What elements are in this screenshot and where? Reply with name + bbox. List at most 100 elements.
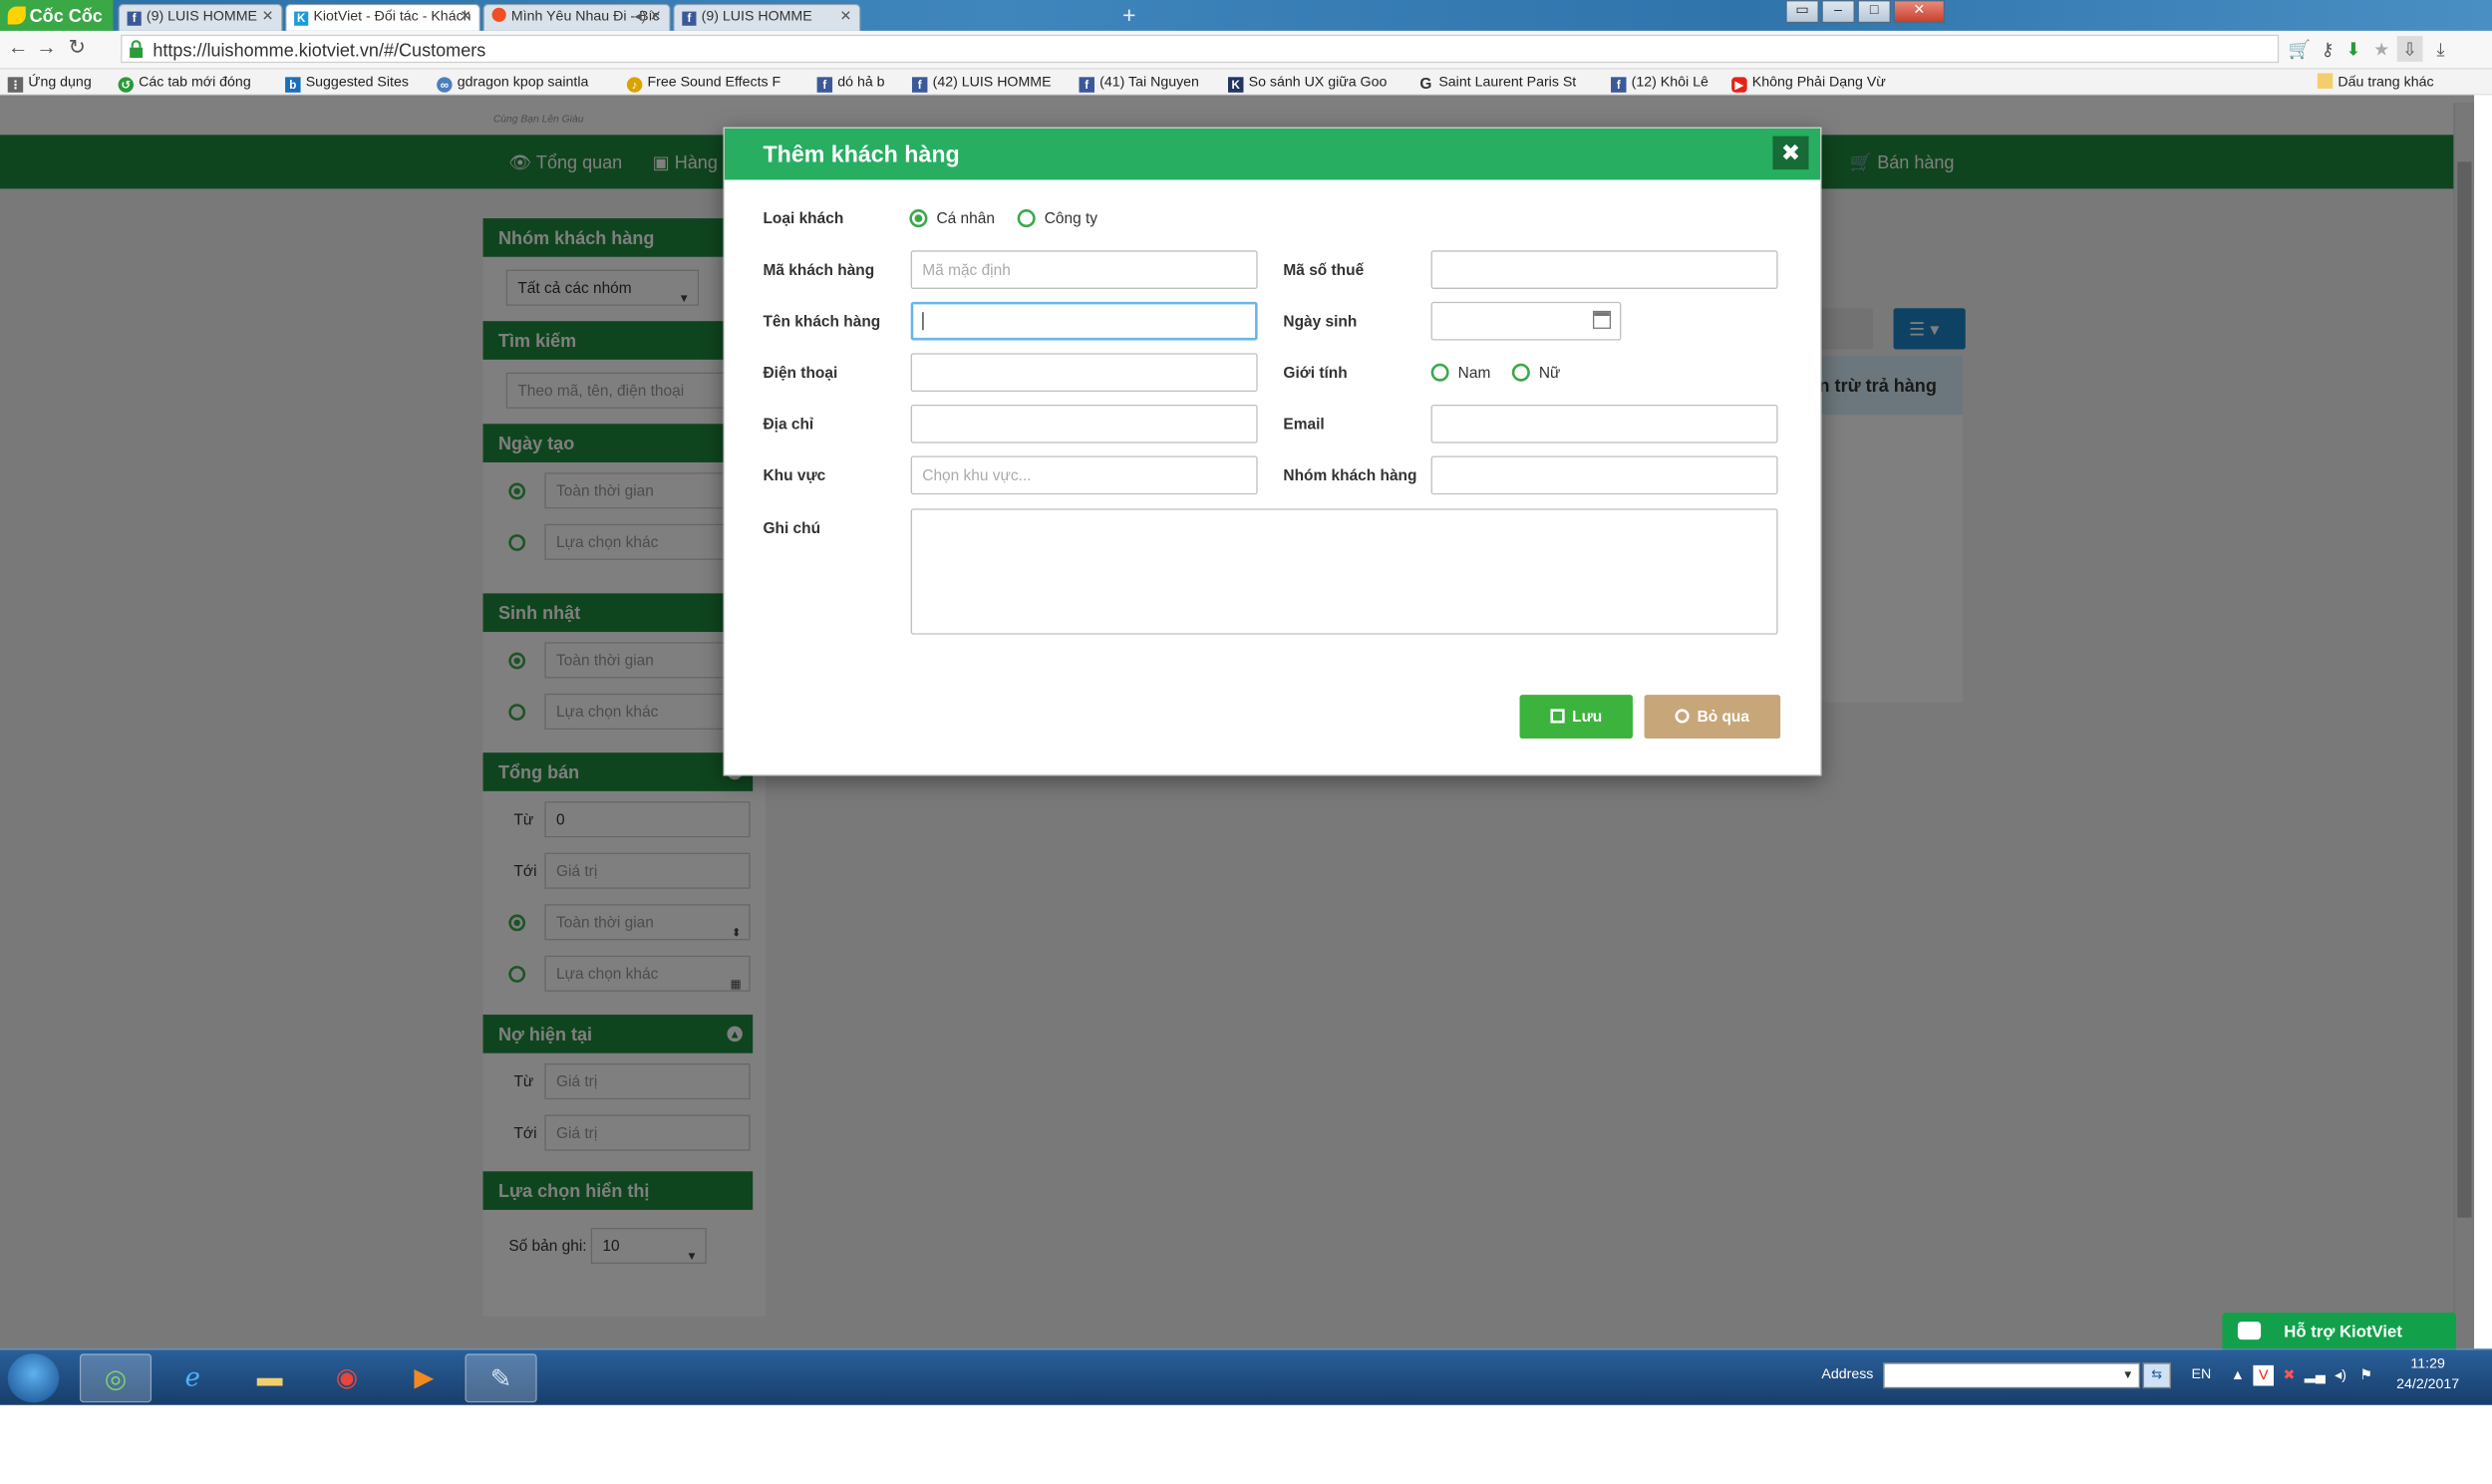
browser-tab[interactable]: f (9) LUIS HOMME ✕: [673, 3, 861, 31]
maximize-button[interactable]: □: [1857, 0, 1891, 24]
bookmark-label: Ứng dụng: [28, 74, 92, 91]
clock-time[interactable]: 11:29: [2389, 1356, 2466, 1371]
bookmark-label: (41) Tai Nguyen: [1099, 74, 1199, 91]
volume-icon[interactable]: ◂): [2331, 1365, 2351, 1386]
apps-grid-icon: ⋮: [7, 77, 24, 93]
url-bar[interactable]: https://luishomme.kiotviet.vn/#/Customer…: [121, 34, 2280, 64]
tab-label: (9) LUIS HOMME: [701, 9, 812, 25]
gender-female-radio[interactable]: [1511, 363, 1530, 382]
customer-name-input[interactable]: [910, 301, 1258, 341]
taskbar-internet-explorer[interactable]: ℯ: [156, 1353, 228, 1402]
support-label: Hỗ trợ KiotViet: [2284, 1322, 2402, 1341]
taskbar-file-explorer[interactable]: ▬: [234, 1353, 306, 1402]
close-tab-icon[interactable]: ✕: [460, 5, 471, 29]
back-arrow-icon[interactable]: ←: [5, 36, 31, 62]
taskbar-coccoc[interactable]: ◎: [79, 1353, 153, 1403]
gender-male-radio[interactable]: [1430, 363, 1449, 382]
note-textarea[interactable]: [910, 508, 1778, 635]
start-button[interactable]: [7, 1353, 60, 1403]
bookmark-label: Dấu trang khác: [2337, 74, 2434, 91]
save-button[interactable]: Lưu: [1519, 695, 1633, 740]
close-dialog-button[interactable]: ✖: [1772, 136, 1809, 170]
taskbar-address-go-button[interactable]: ⇆: [2142, 1362, 2171, 1389]
bookmark-item[interactable]: f (42) LUIS HOMME: [911, 72, 1052, 93]
gender-male-label[interactable]: Nam: [1458, 364, 1491, 382]
support-chat-button[interactable]: Hỗ trợ KiotViet: [2222, 1313, 2456, 1351]
forward-arrow-icon[interactable]: →: [34, 36, 60, 62]
calendar-icon[interactable]: [1592, 310, 1612, 329]
taskbar-paint[interactable]: ✎: [465, 1353, 537, 1403]
facebook-icon: f: [1611, 77, 1627, 93]
folder-icon: [2317, 73, 2334, 89]
customer-group-input[interactable]: [1430, 455, 1778, 495]
paint-icon: ✎: [489, 1364, 512, 1394]
coccoc-logo[interactable]: Cốc Cốc: [0, 0, 114, 31]
type-company-label[interactable]: Công ty: [1045, 209, 1097, 227]
taskbar-address-input[interactable]: ▼: [1883, 1362, 2140, 1389]
customer-code-input[interactable]: Mã mặc định: [910, 250, 1258, 289]
customer-code-label: Mã khách hàng: [763, 260, 875, 279]
show-hidden-icons[interactable]: ▲: [2228, 1365, 2249, 1386]
other-bookmarks-folder[interactable]: Dấu trang khác: [2317, 72, 2434, 93]
browser-tab[interactable]: Mình Yêu Nhau Đi - Bíc ◂) ✕: [482, 3, 671, 31]
action-center-icon[interactable]: ⚑: [2355, 1365, 2376, 1386]
area-select[interactable]: Chọn khu vực...: [910, 455, 1258, 495]
cancel-button[interactable]: Bỏ qua: [1644, 695, 1781, 740]
birthday-input[interactable]: [1430, 301, 1622, 341]
internet-explorer-icon: ℯ: [184, 1363, 200, 1392]
close-tab-icon[interactable]: ✕: [840, 5, 852, 29]
window-close-button[interactable]: ✕: [1893, 0, 1946, 24]
close-icon: ✖: [1780, 140, 1801, 166]
cart-extension-icon[interactable]: 🛒: [2287, 36, 2313, 62]
close-tab-icon[interactable]: ✕: [650, 5, 662, 29]
taskbar-chrome[interactable]: ◉: [311, 1353, 383, 1402]
facebook-icon: f: [911, 77, 928, 93]
type-individual-label[interactable]: Cá nhân: [936, 209, 994, 227]
bookmark-label: (12) Khôi Lê: [1631, 74, 1709, 91]
close-tab-icon[interactable]: ✕: [262, 5, 274, 29]
gender-female-label[interactable]: Nữ: [1539, 364, 1561, 382]
bookmark-star-icon[interactable]: ★: [2368, 36, 2394, 62]
minimize-button[interactable]: –: [1821, 0, 1855, 24]
bookmark-item[interactable]: f dó hả b: [816, 72, 885, 93]
taskbar-media-player[interactable]: ▶: [388, 1353, 460, 1402]
bookmark-item[interactable]: K So sánh UX giữa Goo: [1227, 72, 1387, 93]
bookmark-item[interactable]: ∞ gdragon kpop saintla: [437, 72, 588, 93]
network-warning-icon[interactable]: ✖: [2279, 1365, 2300, 1386]
downloads-icon[interactable]: ⤓: [2428, 36, 2454, 62]
download-helper-icon[interactable]: ⬇: [2340, 36, 2366, 62]
save-button-label: Lưu: [1572, 708, 1603, 727]
bookmark-item[interactable]: ♪ Free Sound Effects F: [626, 72, 780, 93]
bookmark-item[interactable]: f (41) Tai Nguyen: [1079, 72, 1199, 93]
bookmark-apps[interactable]: ⋮ Ứng dụng: [7, 72, 92, 93]
email-input[interactable]: [1430, 404, 1778, 444]
address-input[interactable]: [910, 404, 1258, 444]
reload-icon[interactable]: ↻: [64, 36, 90, 62]
type-company-radio[interactable]: [1017, 209, 1036, 228]
new-tab-button[interactable]: +: [1115, 4, 1143, 28]
facebook-icon: f: [127, 11, 142, 26]
chevron-down-icon: ▼: [2122, 1367, 2134, 1381]
signal-icon[interactable]: ▂▄: [2305, 1365, 2326, 1386]
bookmark-item[interactable]: G Saint Laurent Paris St: [1418, 72, 1576, 93]
language-indicator[interactable]: EN: [2192, 1366, 2212, 1381]
cancel-button-label: Bỏ qua: [1697, 708, 1749, 727]
antivirus-icon[interactable]: V: [2253, 1364, 2274, 1386]
bookmark-item[interactable]: ▶ Không Phải Dạng Vừ: [1731, 72, 1886, 93]
phone-input[interactable]: [910, 353, 1258, 393]
address-label: Địa chỉ: [763, 415, 814, 434]
clock-date[interactable]: 24/2/2017: [2389, 1376, 2466, 1391]
save-page-icon[interactable]: ⇩: [2396, 36, 2423, 62]
bookmark-item[interactable]: b Suggested Sites: [285, 72, 409, 93]
browser-tab-active[interactable]: K KiotViet - Đối tác - Khách ✕: [285, 3, 480, 31]
text-cursor: [922, 312, 924, 331]
browser-tab[interactable]: f (9) LUIS HOMME ✕: [118, 3, 283, 31]
bookmark-item[interactable]: f (12) Khôi Lê: [1611, 72, 1709, 93]
window-menu-button[interactable]: ▭: [1785, 0, 1819, 24]
google-icon: G: [1419, 74, 1432, 93]
taskbar-address-label: Address: [1821, 1366, 1874, 1382]
key-extension-icon[interactable]: ⚷: [2315, 36, 2340, 62]
bookmark-item[interactable]: ↺ Các tab mới đóng: [118, 72, 251, 93]
type-individual-radio[interactable]: [909, 209, 928, 228]
tax-code-input[interactable]: [1430, 250, 1778, 289]
